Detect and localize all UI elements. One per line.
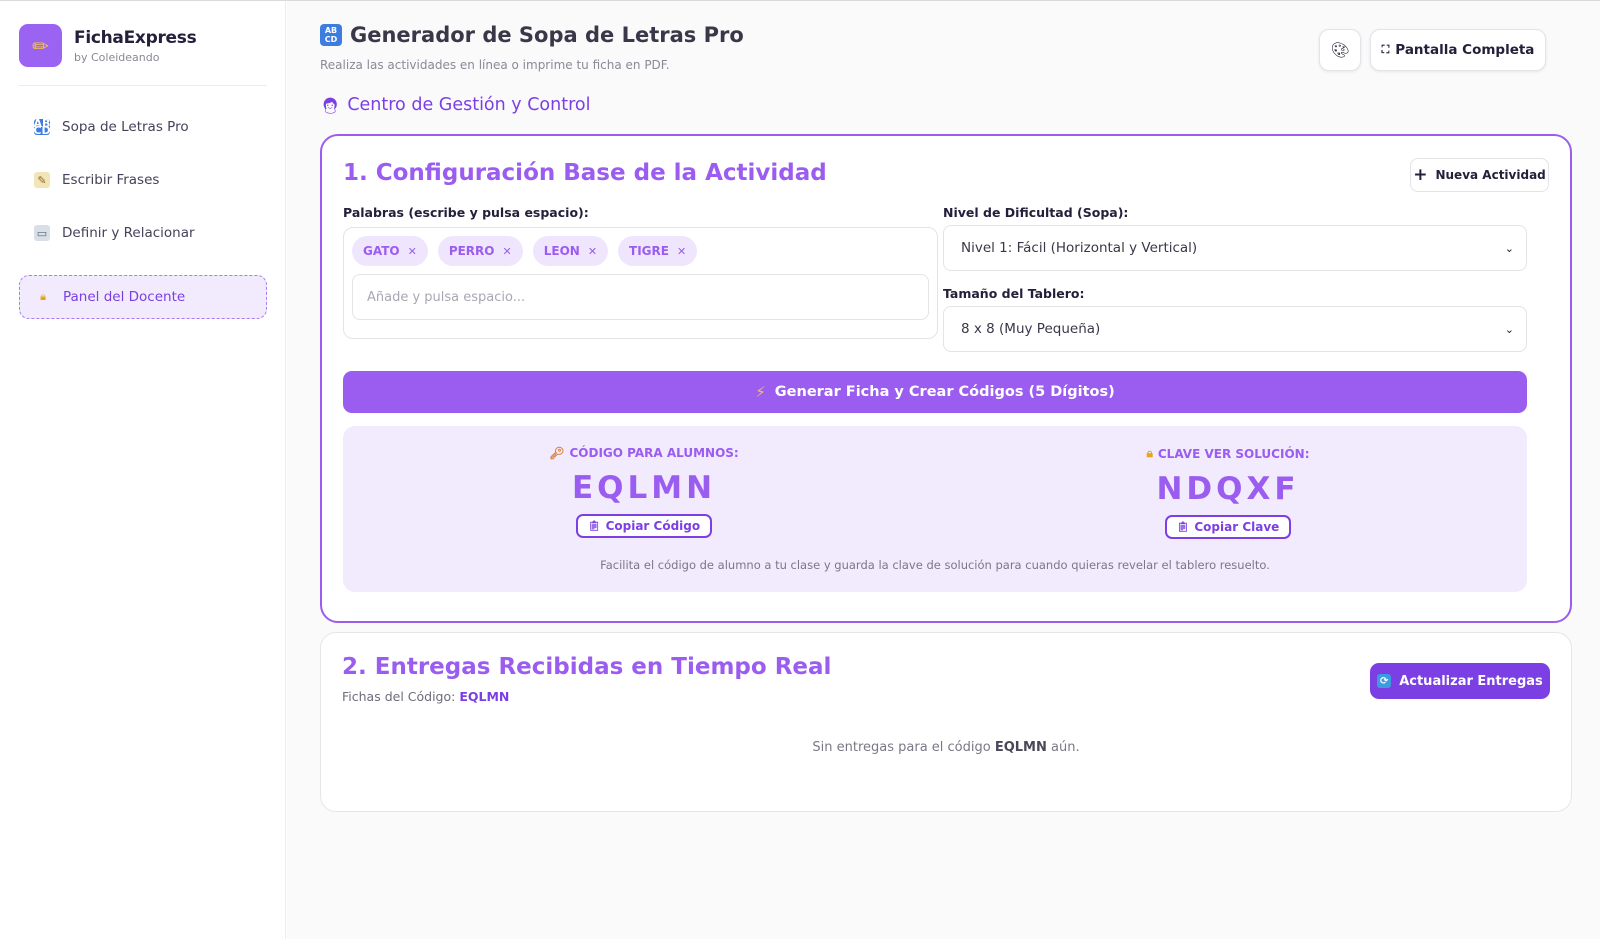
remove-tag-icon[interactable]: ✕ — [503, 245, 512, 258]
brand-name: FichaExpress — [74, 27, 197, 48]
empty-state: Sin entregas para el código EQLMN aún. — [321, 740, 1571, 755]
empty-code: EQLMN — [994, 740, 1047, 755]
board-size-select[interactable]: 8 x 8 (Muy Pequeña) ⌄ — [943, 306, 1527, 352]
new-activity-button[interactable]: + Nueva Actividad — [1410, 158, 1549, 192]
copy-key-button[interactable]: 📋︎ Copiar Clave — [1164, 515, 1292, 539]
chevron-down-icon: ⌄ — [1504, 241, 1514, 255]
book-icon: ▭ — [34, 225, 50, 241]
generate-label: Generar Ficha y Crear Códigos (5 Dígitos… — [774, 384, 1115, 400]
teacher-icon: 👩︎ — [320, 95, 341, 115]
codes-panel: 🔑︎ CÓDIGO PARA ALUMNOS: EQLMN 📋︎ Copiar … — [343, 426, 1527, 592]
codes-note: Facilita el código de alumno a tu clase … — [600, 558, 1270, 572]
remove-tag-icon[interactable]: ✕ — [677, 245, 686, 258]
palette-icon: 🎨︎ — [1330, 41, 1350, 59]
student-code-label: 🔑︎ CÓDIGO PARA ALUMNOS: — [444, 446, 844, 460]
refresh-label: Actualizar Entregas — [1399, 673, 1543, 689]
board-size-value: 8 x 8 (Muy Pequeña) — [961, 321, 1101, 337]
fullscreen-label: Pantalla Completa — [1395, 42, 1535, 58]
remove-tag-icon[interactable]: ✕ — [408, 245, 417, 258]
refresh-icon: ⟳ — [1377, 674, 1392, 688]
board-size-label: Tamaño del Tablero: — [943, 286, 1085, 301]
sidebar-item-escribir-frases[interactable]: ✎ Escribir Frases — [19, 158, 267, 202]
sidebar-item-label: Escribir Frases — [62, 172, 160, 188]
word-tag: PERRO ✕ — [437, 236, 523, 266]
copy-code-button[interactable]: 📋︎ Copiar Código — [575, 514, 713, 538]
solution-key-label-text: CLAVE VER SOLUCIÓN: — [1157, 446, 1310, 461]
generate-button[interactable]: ⚡︎ Generar Ficha y Crear Códigos (5 Dígi… — [343, 371, 1527, 413]
difficulty-value: Nivel 1: Fácil (Horizontal y Vertical) — [961, 240, 1198, 256]
memo-icon: ✎ — [34, 172, 50, 188]
empty-prefix: Sin entregas para el código — [812, 740, 991, 755]
student-code-block: 🔑︎ CÓDIGO PARA ALUMNOS: EQLMN 📋︎ Copiar … — [444, 446, 844, 538]
lock-icon: 🔒︎ — [40, 290, 46, 303]
chevron-down-icon: ⌄ — [1504, 322, 1514, 336]
word-tag-text: PERRO — [448, 244, 495, 258]
theme-palette-button[interactable]: 🎨︎ — [1319, 29, 1361, 71]
sidebar-item-definir-relacionar[interactable]: ▭ Definir y Relacionar — [19, 211, 267, 255]
main-content: AB CD Generador de Sopa de Letras Pro Rea… — [287, 1, 1600, 939]
word-tag: GATO ✕ — [352, 236, 428, 266]
word-tag-text: GATO — [363, 244, 400, 258]
fullscreen-button[interactable]: ⛶ Pantalla Completa — [1370, 29, 1546, 71]
deliveries-card: 2. Entregas Recibidas en Tiempo Real Fic… — [320, 632, 1572, 812]
plus-icon: + — [1413, 165, 1428, 185]
key-icon: 🔑︎ — [549, 446, 565, 460]
word-tag-text: LEON — [543, 244, 580, 258]
clipboard-icon: 📋︎ — [587, 520, 601, 532]
remove-tag-icon[interactable]: ✕ — [588, 245, 597, 258]
lock-icon: 🔒︎ — [1146, 446, 1153, 460]
solution-key: NDQXF — [1156, 471, 1300, 507]
copy-key-label: Copiar Clave — [1194, 520, 1280, 534]
deliveries-code: EQLMN — [459, 689, 510, 704]
difficulty-select[interactable]: Nivel 1: Fácil (Horizontal y Vertical) ⌄ — [943, 225, 1527, 271]
config-title: 1. Configuración Base de la Actividad — [343, 160, 827, 186]
word-tag: TIGRE ✕ — [618, 236, 698, 266]
deliveries-code-line: Fichas del Código: EQLMN — [342, 689, 509, 704]
clipboard-icon: 📋︎ — [1176, 521, 1190, 533]
sidebar-item-panel-docente[interactable]: 🔒︎ Panel del Docente — [19, 275, 267, 319]
student-code-label-text: CÓDIGO PARA ALUMNOS: — [569, 446, 739, 460]
sidebar-item-sopa-de-letras[interactable]: AB CD Sopa de Letras Pro — [19, 105, 267, 149]
abcd-icon: AB CD — [320, 24, 342, 46]
words-tag-box: GATO ✕ PERRO ✕ LEON ✕ TIGRE ✕ — [343, 227, 938, 339]
word-tags: GATO ✕ PERRO ✕ LEON ✕ TIGRE ✕ — [352, 236, 707, 266]
page-header: AB CD Generador de Sopa de Letras Pro — [320, 23, 744, 47]
empty-suffix: aún. — [1051, 740, 1080, 755]
word-input[interactable] — [352, 274, 929, 320]
sidebar-item-label: Panel del Docente — [63, 289, 186, 305]
lightning-icon: ⚡︎ — [755, 383, 766, 401]
section-title: 👩︎ Centro de Gestión y Control — [320, 95, 590, 115]
copy-code-label: Copiar Código — [605, 519, 701, 533]
solution-key-block: 🔒︎ CLAVE VER SOLUCIÓN: NDQXF 📋︎ Copiar C… — [1028, 446, 1428, 539]
section-title-text: Centro de Gestión y Control — [347, 95, 591, 115]
words-label: Palabras (escribe y pulsa espacio): — [343, 205, 589, 220]
abcd-icon: AB CD — [33, 117, 51, 137]
solution-key-label: 🔒︎ CLAVE VER SOLUCIÓN: — [1028, 446, 1428, 461]
expand-icon: ⛶ — [1381, 43, 1390, 56]
sidebar-item-label: Sopa de Letras Pro — [62, 119, 189, 135]
page-subtitle: Realiza las actividades en línea o impri… — [320, 58, 670, 72]
sidebar-divider — [19, 85, 267, 86]
refresh-deliveries-button[interactable]: ⟳ Actualizar Entregas — [1370, 663, 1550, 699]
student-code: EQLMN — [571, 470, 717, 506]
deliveries-code-prefix: Fichas del Código: — [342, 689, 456, 704]
brand-subtitle: by Coleideando — [74, 50, 160, 64]
brand[interactable]: ✏ FichaExpress by Coleideando — [19, 24, 197, 67]
word-tag: LEON ✕ — [532, 236, 609, 266]
new-activity-label: Nueva Actividad — [1435, 168, 1546, 182]
config-card: 1. Configuración Base de la Actividad + … — [320, 134, 1572, 623]
sidebar-item-label: Definir y Relacionar — [62, 225, 195, 241]
difficulty-label: Nivel de Dificultad (Sopa): — [943, 205, 1129, 220]
word-tag-text: TIGRE — [629, 244, 669, 258]
sidebar: ✏ FichaExpress by Coleideando AB CD Sopa … — [0, 1, 286, 939]
pencil-icon: ✏ — [19, 24, 62, 67]
page-title: Generador de Sopa de Letras Pro — [350, 23, 744, 47]
deliveries-title: 2. Entregas Recibidas en Tiempo Real — [342, 654, 832, 680]
